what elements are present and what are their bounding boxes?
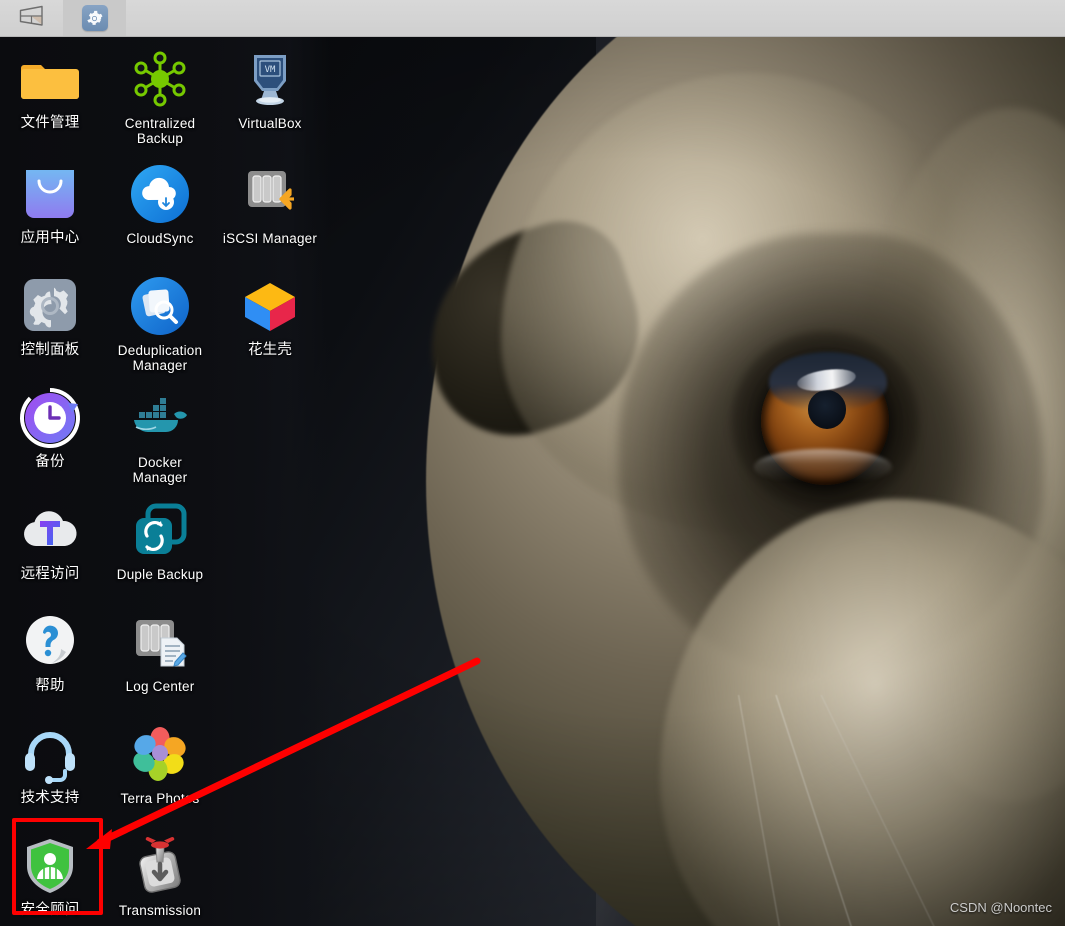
desktop-icon-label: 应用中心	[20, 230, 80, 246]
gear-icon	[81, 5, 108, 31]
desktop-icon-transmission[interactable]: Transmission	[110, 834, 210, 918]
desktop-icon-help[interactable]: 帮助	[0, 610, 100, 694]
virtualbox-icon: VM	[238, 47, 302, 111]
remote-access-icon	[18, 498, 82, 562]
cloudsync-icon	[128, 162, 192, 226]
docker-whale-icon	[128, 386, 192, 450]
desktop-icon-cloudsync[interactable]: CloudSync	[110, 162, 210, 246]
desktop-icon-oray[interactable]: 花生壳	[220, 274, 320, 358]
desktop-screen: 文件管理 Centralized Backup VM VirtualBox 应用…	[0, 0, 1065, 926]
desktop-icon-label: iSCSI Manager	[222, 231, 318, 246]
desktop-icon-label: Transmission	[118, 903, 202, 918]
watermark: CSDN @Noontec	[949, 900, 1052, 915]
duple-backup-icon	[128, 498, 192, 562]
desktop-icon-label: 安全顾问	[20, 902, 80, 918]
folder-icon	[18, 47, 82, 111]
taskbar	[0, 0, 1065, 37]
backup-clock-icon	[18, 386, 82, 450]
desktop-icon-label: Docker Manager	[132, 455, 188, 485]
desktop-icon-label: Duple Backup	[116, 567, 204, 582]
taskbar-control-panel-button[interactable]	[63, 0, 126, 36]
transmission-icon	[128, 834, 192, 898]
oray-cube-icon	[238, 274, 302, 338]
desktop-icon-label: 备份	[35, 454, 65, 470]
iscsi-manager-icon	[238, 162, 302, 226]
desktop-icon-label: Centralized Backup	[124, 116, 196, 146]
desktop-icon-deduplication-manager[interactable]: Deduplication Manager	[110, 274, 210, 373]
support-headset-icon	[18, 722, 82, 786]
svg-text:VM: VM	[265, 65, 276, 75]
window-tilt-icon	[18, 5, 45, 32]
control-panel-icon	[18, 274, 82, 338]
desktop-icon-log-center[interactable]: Log Center	[110, 610, 210, 694]
log-center-icon	[128, 610, 192, 674]
package-center-icon	[18, 162, 82, 226]
desktop-icon-label: VirtualBox	[238, 116, 302, 131]
desktop-icon-label: 控制面板	[20, 342, 80, 358]
help-question-icon	[18, 610, 82, 674]
desktop-icon-label: Terra Photos	[120, 791, 200, 806]
terra-photos-icon	[128, 722, 192, 786]
desktop-icon-label: 帮助	[35, 678, 65, 694]
desktop-icon-docker-manager[interactable]: Docker Manager	[110, 386, 210, 485]
desktop-icon-terra-photos[interactable]: Terra Photos	[110, 722, 210, 806]
taskbar-window-switcher-button[interactable]	[0, 0, 63, 36]
deduplication-manager-icon	[128, 274, 192, 338]
security-advisor-icon	[18, 834, 82, 898]
desktop-icon-backup[interactable]: 备份	[0, 386, 100, 470]
desktop-icon-label: Deduplication Manager	[117, 343, 203, 373]
desktop-icon-label: 远程访问	[20, 566, 80, 582]
desktop-icon-control-panel[interactable]: 控制面板	[0, 274, 100, 358]
desktop-icon-label: 文件管理	[20, 115, 80, 131]
desktop-icon-iscsi-manager[interactable]: iSCSI Manager	[220, 162, 320, 246]
desktop-icon-virtualbox[interactable]: VM VirtualBox	[220, 47, 320, 131]
desktop-icon-centralized-backup[interactable]: Centralized Backup	[110, 47, 210, 146]
desktop-icon-security-advisor[interactable]: 安全顾问	[0, 834, 100, 918]
desktop-icon-grid: 文件管理 Centralized Backup VM VirtualBox 应用…	[0, 37, 330, 926]
desktop-icon-label: 技术支持	[20, 790, 80, 806]
desktop-icon-label: 花生壳	[247, 342, 293, 358]
desktop-icon-remote-access[interactable]: 远程访问	[0, 498, 100, 582]
desktop-icon-technical-support[interactable]: 技术支持	[0, 722, 100, 806]
desktop-icon-file-station[interactable]: 文件管理	[0, 47, 100, 131]
desktop-icon-package-center[interactable]: 应用中心	[0, 162, 100, 246]
centralized-backup-icon	[128, 47, 192, 111]
desktop-icon-duple-backup[interactable]: Duple Backup	[110, 498, 210, 582]
desktop-icon-label: Log Center	[125, 679, 195, 694]
desktop-icon-label: CloudSync	[126, 231, 194, 246]
